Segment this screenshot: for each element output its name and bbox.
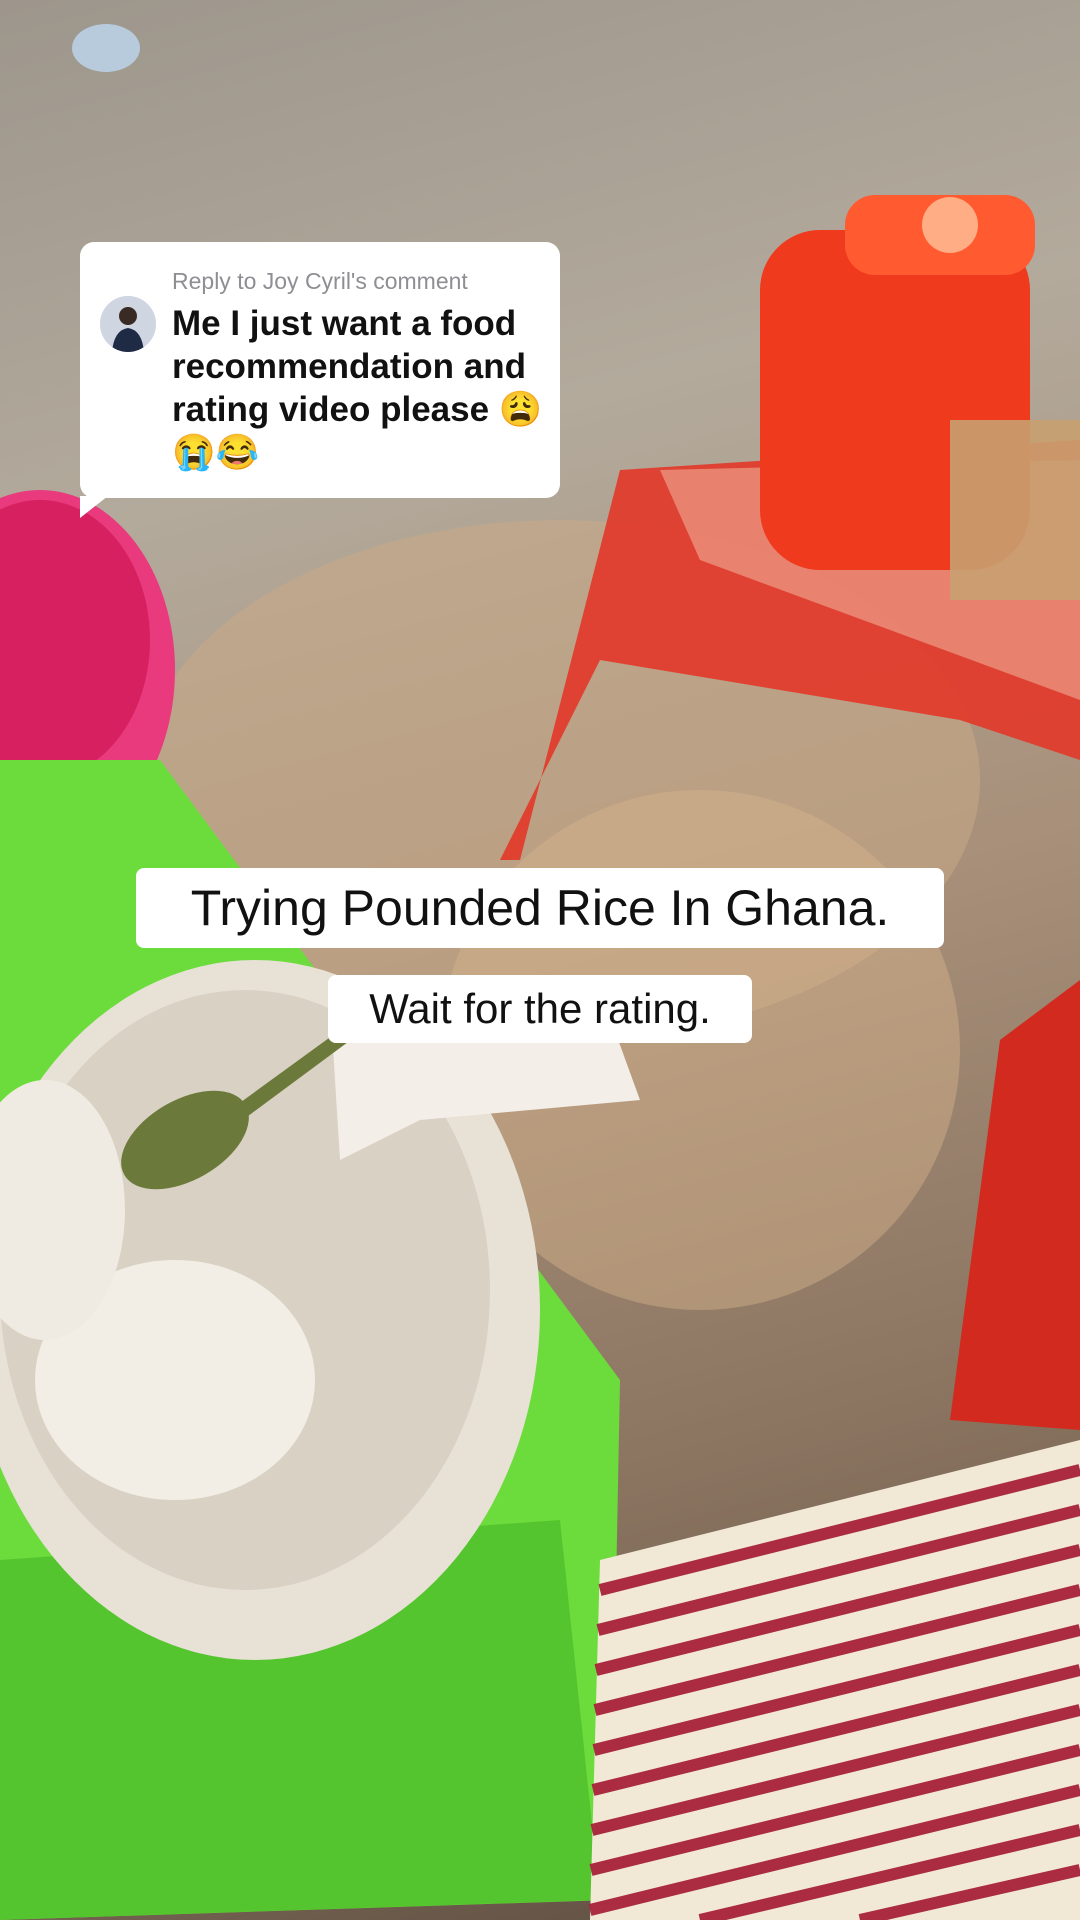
striped-clothing (588, 1440, 1080, 1920)
video-frame[interactable]: Reply to Joy Cyril's comment Me I just w… (0, 0, 1080, 1920)
red-stool-leg (950, 980, 1080, 1430)
caption-title: Trying Pounded Rice In Ghana. (136, 868, 944, 948)
reply-comment-sticker[interactable]: Reply to Joy Cyril's comment Me I just w… (80, 242, 560, 518)
basket (950, 420, 1080, 600)
reply-comment-text: Me I just want a food recommendation and… (172, 304, 543, 472)
reply-header: Reply to Joy Cyril's comment (172, 268, 468, 294)
user-avatar-icon (100, 296, 156, 352)
litter-bag (72, 24, 140, 72)
caption-subtitle: Wait for the rating. (328, 975, 752, 1043)
